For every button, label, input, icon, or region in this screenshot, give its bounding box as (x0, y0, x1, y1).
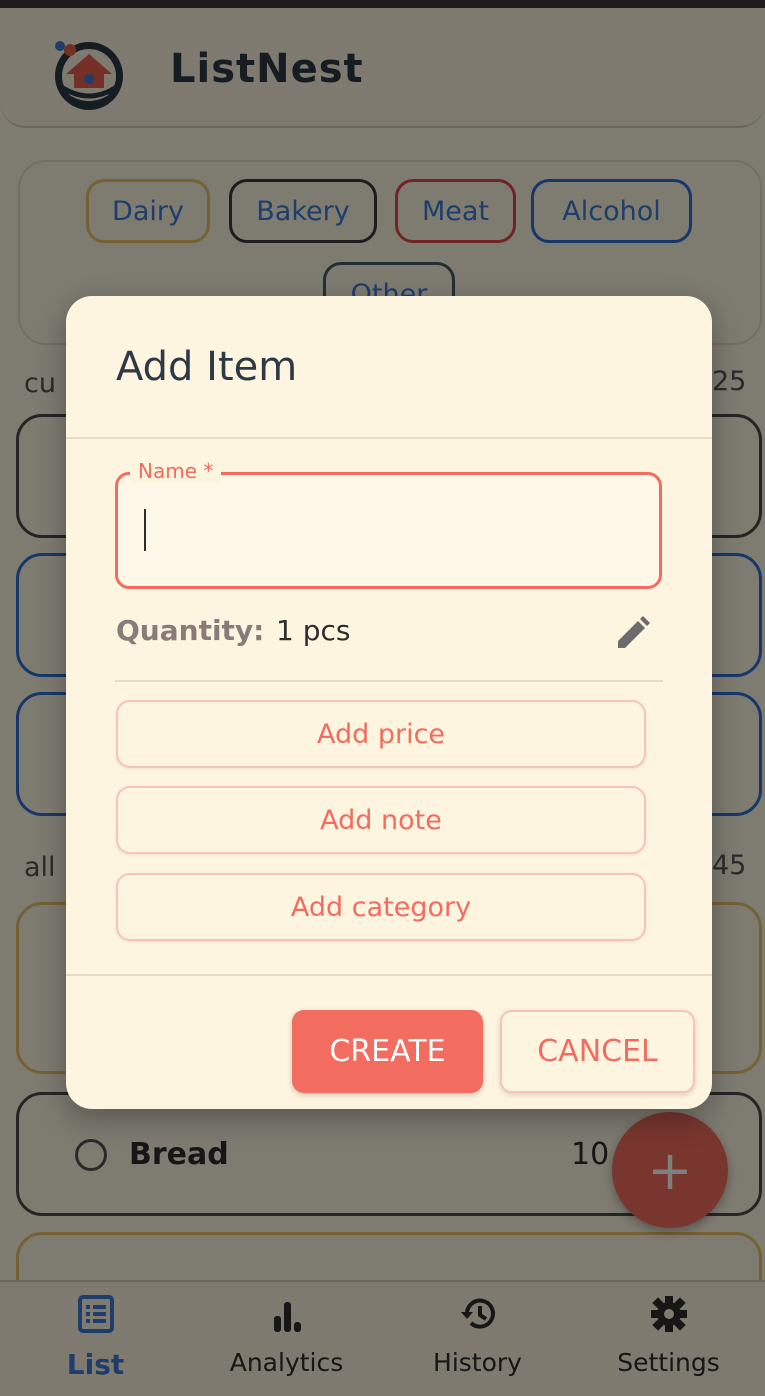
name-input[interactable] (115, 472, 662, 589)
dialog-title: Add Item (116, 344, 298, 390)
divider (66, 437, 712, 439)
divider (115, 680, 663, 682)
quantity-label: Quantity: (116, 614, 265, 647)
divider (66, 974, 712, 976)
add-item-dialog: Add Item Name * Quantity: 1 pcs Add pric… (66, 296, 712, 1109)
create-button[interactable]: CREATE (292, 1010, 483, 1093)
cancel-button[interactable]: CANCEL (500, 1010, 695, 1093)
add-note-button[interactable]: Add note (116, 786, 646, 854)
text-cursor (144, 509, 146, 551)
name-field-label: Name * (130, 459, 222, 483)
add-category-button[interactable]: Add category (116, 873, 646, 941)
edit-pencil-icon[interactable] (614, 616, 650, 652)
add-price-button[interactable]: Add price (116, 700, 646, 768)
quantity-value: 1 pcs (276, 614, 351, 647)
